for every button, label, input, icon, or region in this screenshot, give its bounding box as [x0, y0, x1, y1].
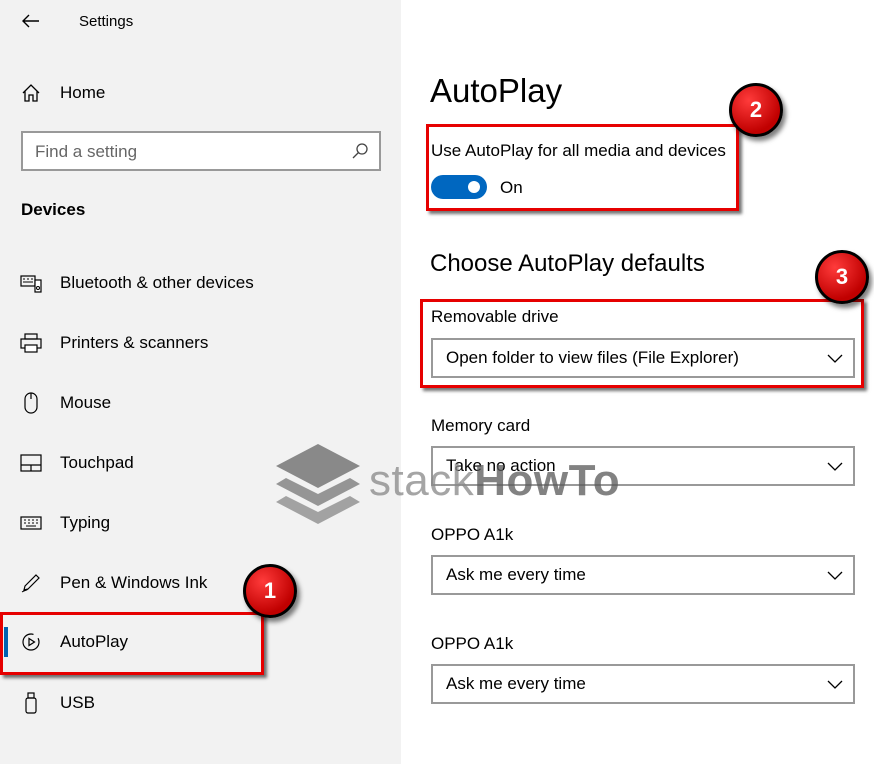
sidebar-item-label: USB	[60, 693, 95, 712]
highlight-box-removable-drive	[420, 299, 864, 388]
defaults-heading: Choose AutoPlay defaults	[430, 250, 705, 277]
page-title: AutoPlay	[430, 72, 563, 109]
sidebar-item-label: Mouse	[60, 393, 112, 412]
section-heading: Devices	[21, 200, 86, 219]
back-button[interactable]	[16, 8, 46, 34]
watermark-text-light: stack	[369, 456, 475, 505]
device-dropdown[interactable]: Ask me every time	[431, 555, 855, 595]
step-badge-1: 1	[243, 564, 297, 618]
sidebar-item-label: Printers & scanners	[60, 333, 209, 352]
search-icon[interactable]	[351, 142, 369, 160]
sidebar-item-pen[interactable]: Pen & Windows Ink	[0, 561, 401, 605]
keyboard-icon	[20, 512, 42, 534]
sidebar-item-label: Typing	[60, 513, 111, 532]
dropdown-value: Ask me every time	[446, 565, 586, 584]
home-icon	[20, 82, 42, 104]
sidebar-item-bluetooth[interactable]: Bluetooth & other devices	[0, 261, 401, 305]
field-label: OPPO A1k	[431, 525, 514, 544]
sidebar-item-label: Home	[60, 83, 106, 102]
field-label: OPPO A1k	[431, 634, 514, 653]
chevron-down-icon	[827, 680, 843, 689]
search-input[interactable]	[35, 141, 335, 163]
pen-icon	[20, 572, 42, 594]
bluetooth-devices-icon	[20, 272, 42, 294]
sidebar-item-mouse[interactable]: Mouse	[0, 381, 401, 425]
stack-layers-icon	[276, 444, 360, 524]
sidebar-item-label: Bluetooth & other devices	[60, 273, 254, 292]
field-label: Memory card	[431, 416, 531, 435]
highlight-box-autoplay	[0, 612, 264, 675]
dropdown-value: Ask me every time	[446, 674, 586, 693]
touchpad-icon	[20, 452, 42, 474]
highlight-box-toggle	[426, 124, 739, 211]
sidebar-item-usb[interactable]: USB	[0, 681, 401, 725]
sidebar-item-printers[interactable]: Printers & scanners	[0, 321, 401, 365]
watermark-text-bold: HowTo	[474, 456, 621, 505]
sidebar-item-label: Pen & Windows Ink	[60, 573, 208, 592]
device-dropdown[interactable]: Ask me every time	[431, 664, 855, 704]
watermark: stackHowTo	[272, 442, 672, 526]
app-title: Settings	[79, 13, 134, 30]
step-badge-2: 2	[729, 83, 783, 137]
chevron-down-icon	[827, 462, 843, 471]
mouse-icon	[20, 392, 42, 414]
chevron-down-icon	[827, 571, 843, 580]
back-arrow-icon	[22, 14, 39, 28]
printer-icon	[20, 332, 42, 354]
sidebar-item-label: Touchpad	[60, 453, 134, 472]
step-badge-3: 3	[815, 250, 869, 304]
search-box[interactable]	[21, 131, 381, 171]
sidebar-item-home[interactable]: Home	[0, 71, 401, 115]
usb-icon	[20, 692, 42, 714]
